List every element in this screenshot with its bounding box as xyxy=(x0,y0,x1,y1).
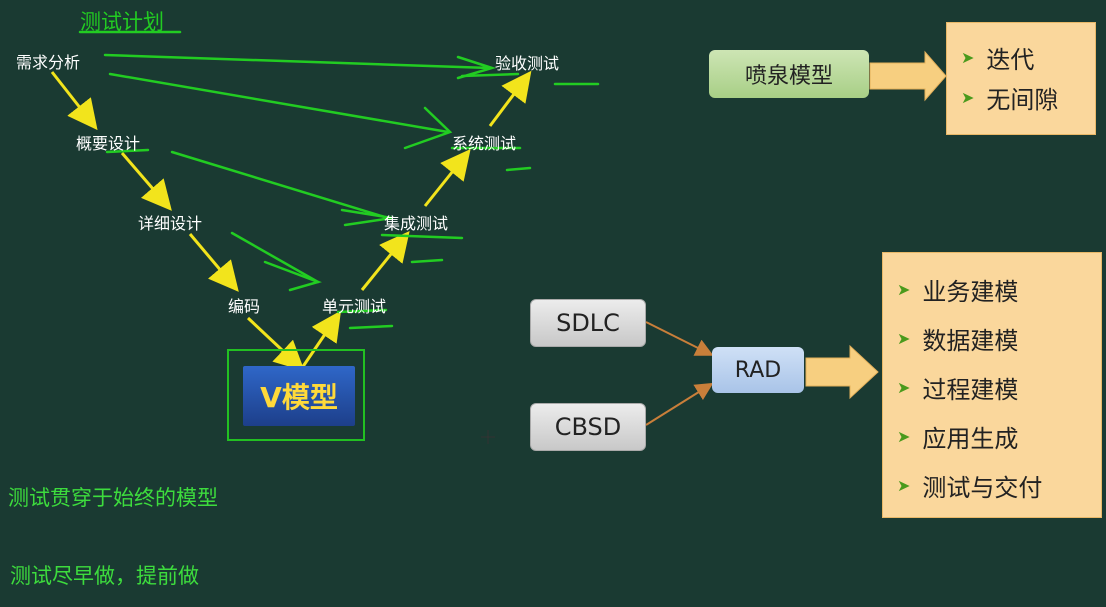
v-right-acceptance-test: 验收测试 xyxy=(495,54,560,73)
list-item: ➤ 业务建模 xyxy=(897,265,1101,314)
rad-item-process-modeling: 过程建模 xyxy=(922,376,1019,404)
v-right-unit-test: 单元测试 xyxy=(322,297,387,316)
sdlc-button[interactable]: SDLC xyxy=(530,299,646,347)
sdlc-arrow xyxy=(645,321,714,356)
list-item: ➤ 无间隙 xyxy=(961,77,1095,117)
handdrawn-annotations xyxy=(78,30,600,330)
fountain-model-button[interactable]: 喷泉模型 xyxy=(709,50,869,98)
crosshair-cursor-icon xyxy=(481,430,495,444)
v-arrow-6 xyxy=(360,230,410,291)
v-left-detailed-design: 详细设计 xyxy=(138,214,203,233)
v-left-high-level-design: 概要设计 xyxy=(76,134,141,153)
triangle-bullet-icon: ➤ xyxy=(897,329,911,348)
rad-item-application-generation: 应用生成 xyxy=(922,425,1019,453)
v-left-coding: 编码 xyxy=(228,297,261,316)
v-arrow-7 xyxy=(423,148,471,207)
triangle-bullet-icon: ➤ xyxy=(897,378,911,397)
triangle-bullet-icon: ➤ xyxy=(961,87,975,107)
list-item: ➤ 测试与交付 xyxy=(897,461,1101,510)
rad-button[interactable]: RAD xyxy=(712,347,804,393)
triangle-bullet-icon: ➤ xyxy=(897,476,911,495)
cbsd-button[interactable]: CBSD xyxy=(530,403,646,451)
v-arrow-8 xyxy=(488,70,532,127)
fountain-arrow xyxy=(869,50,947,102)
triangle-bullet-icon: ➤ xyxy=(897,280,911,299)
list-item: ➤ 过程建模 xyxy=(897,363,1101,412)
triangle-bullet-icon: ➤ xyxy=(961,47,975,67)
annotation-test-plan: 测试计划 xyxy=(80,10,164,34)
v-arrow-3 xyxy=(188,233,239,292)
v-right-system-test: 系统测试 xyxy=(452,134,517,153)
fountain-item-iteration: 迭代 xyxy=(986,45,1035,74)
fountain-features-panel: ➤ 迭代 ➤ 无间隙 xyxy=(946,22,1096,135)
list-item: ➤ 迭代 xyxy=(961,37,1095,77)
v-arrow-1 xyxy=(50,71,98,131)
rad-item-business-modeling: 业务建模 xyxy=(922,278,1019,306)
cbsd-arrow xyxy=(645,382,714,426)
v-arrow-2 xyxy=(120,152,172,211)
list-item: ➤ 数据建模 xyxy=(897,314,1101,363)
v-right-integration-test: 集成测试 xyxy=(384,214,449,233)
triangle-bullet-icon: ➤ xyxy=(897,427,911,446)
note-test-early: 测试尽早做，提前做 xyxy=(10,564,199,588)
rad-item-testing-delivery: 测试与交付 xyxy=(922,474,1043,502)
fountain-item-no-gap: 无间隙 xyxy=(986,85,1059,114)
list-item: ➤ 应用生成 xyxy=(897,412,1101,461)
v-left-requirements: 需求分析 xyxy=(16,53,81,72)
v-model-button[interactable]: V模型 xyxy=(243,366,355,426)
note-test-throughout: 测试贯穿于始终的模型 xyxy=(8,486,218,510)
rad-arrow xyxy=(805,344,879,400)
rad-phases-panel: ➤ 业务建模 ➤ 数据建模 ➤ 过程建模 ➤ 应用生成 ➤ 测试与交付 xyxy=(882,252,1102,518)
rad-item-data-modeling: 数据建模 xyxy=(922,327,1019,355)
slide-canvas: 测试计划 需求分析 概要设计 详细设计 编码 单元测试 集成测试 系统测试 验收… xyxy=(0,0,1106,607)
